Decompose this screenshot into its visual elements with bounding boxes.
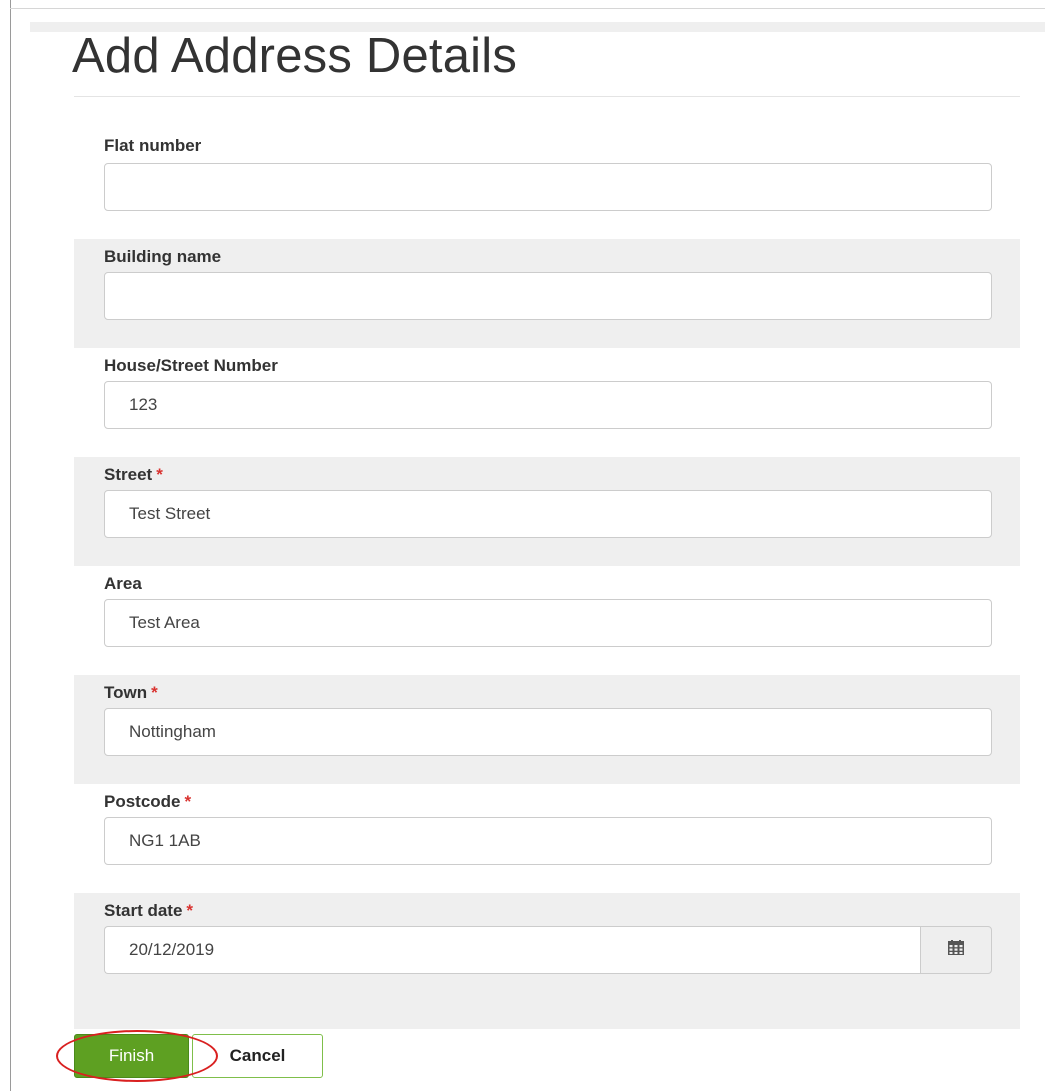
town-row: Town * [74, 675, 1020, 784]
postcode-row: Postcode * [74, 784, 1020, 893]
postcode-input[interactable] [104, 817, 992, 865]
postcode-label: Postcode * [104, 792, 192, 811]
flat-number-input[interactable] [104, 163, 992, 211]
calendar-icon [948, 940, 964, 960]
form-footer-padding [74, 1002, 1020, 1029]
required-marker: * [184, 792, 192, 811]
title-divider [74, 96, 1020, 97]
cancel-button[interactable]: Cancel [192, 1034, 323, 1078]
house-street-number-input[interactable] [104, 381, 992, 429]
page-title: Add Address Details [72, 29, 518, 83]
street-input[interactable] [104, 490, 992, 538]
area-label: Area [104, 574, 142, 593]
building-name-label: Building name [104, 247, 222, 266]
start-date-group [104, 926, 992, 974]
house-street-number-label: House/Street Number [104, 356, 278, 375]
calendar-button[interactable] [920, 926, 992, 974]
house-street-number-row: House/Street Number [74, 348, 1020, 457]
flat-number-row: Flat number [74, 130, 1020, 239]
window-left-border [10, 0, 11, 1091]
start-date-input[interactable] [104, 926, 920, 974]
required-marker: * [151, 683, 158, 702]
building-name-input[interactable] [104, 272, 992, 320]
required-marker: * [186, 901, 194, 920]
building-name-row: Building name [74, 239, 1020, 348]
start-date-label: Start date * [104, 901, 194, 920]
area-input[interactable] [104, 599, 992, 647]
street-row: Street * [74, 457, 1020, 566]
street-label: Street * [104, 465, 163, 484]
flat-number-label: Flat number [104, 136, 202, 155]
required-marker: * [156, 465, 163, 484]
window-top-border [10, 8, 1045, 9]
town-label: Town * [104, 683, 158, 702]
start-date-row: Start date * [74, 893, 1020, 1002]
area-row: Area [74, 566, 1020, 675]
finish-button[interactable]: Finish [74, 1034, 189, 1078]
address-form: Flat number Building name House/Street N… [74, 130, 1020, 1029]
town-input[interactable] [104, 708, 992, 756]
